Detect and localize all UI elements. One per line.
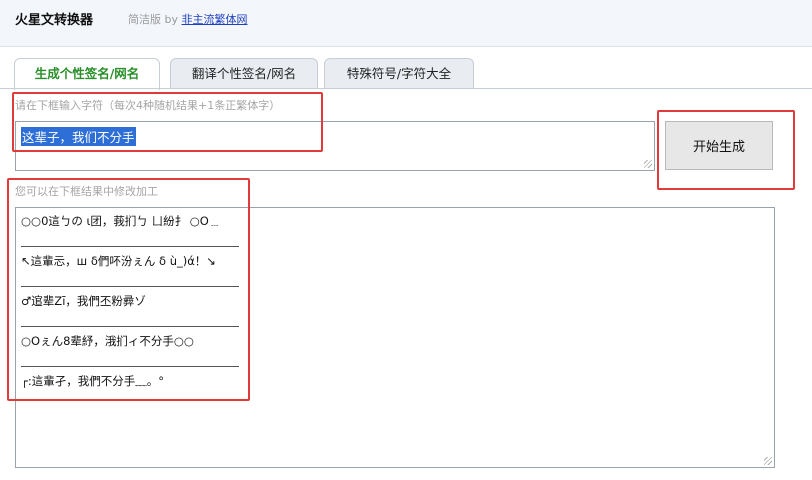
tab-symbols[interactable]: 特殊符号/字符大全 [324,58,474,88]
annotation-box-output [7,178,250,401]
tab-translate[interactable]: 翻译个性签名/网名 [170,58,318,88]
tab-generate[interactable]: 生成个性签名/网名 [14,58,160,90]
header-bar: 火星文转换器 简洁版 by 非主流繁体网 [0,0,812,47]
annotation-box-input [12,92,323,152]
resize-grip-icon[interactable] [764,457,772,465]
resize-grip-icon[interactable] [644,160,652,168]
app-title: 火星文转换器 [15,13,94,28]
tab-divider [0,88,812,89]
annotation-box-button [657,110,795,190]
site-link[interactable]: 非主流繁体网 [182,13,248,26]
edition-label: 简洁版 by 非主流繁体网 [128,11,248,27]
edition-text: 简洁版 by [128,13,178,26]
